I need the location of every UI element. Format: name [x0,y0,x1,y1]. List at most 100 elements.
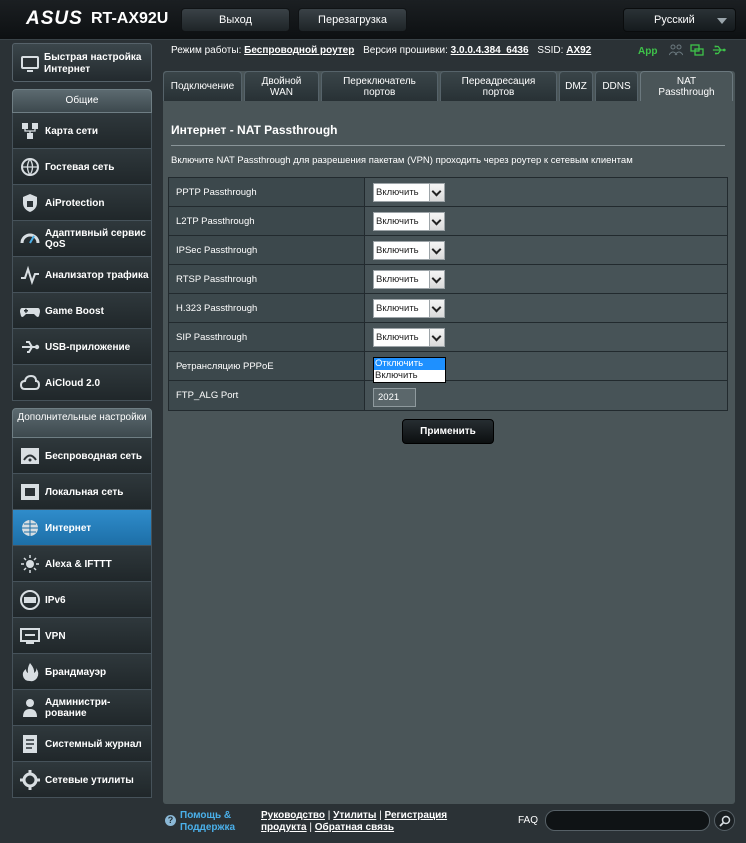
sidebar-item-game-boost[interactable]: Game Boost [12,293,152,329]
h323-select[interactable]: Включить [373,299,445,318]
select-value: Включить [376,332,419,343]
dropdown-option-disable[interactable]: Отключить [374,358,445,370]
row-label: PPTP Passthrough [169,178,365,206]
advanced-section-header: Дополнительные настройки [12,408,152,438]
sidebar-item-ipv6[interactable]: IPv6 [12,582,152,618]
tab-nat-passthrough[interactable]: NAT Passthrough [640,71,733,101]
row-label: H.323 Passthrough [169,294,365,322]
ipsec-select[interactable]: Включить [373,241,445,260]
table-row: PPTP Passthrough Включить [169,178,727,207]
sidebar-item-alexa-ifttt[interactable]: Alexa & IFTTT [12,546,152,582]
sidebar-item-label: Беспроводная сеть [45,450,143,462]
general-section-header: Общие [12,89,152,113]
sidebar-item-label: Game Boost [45,305,104,317]
ssid-label: SSID: [537,45,564,56]
firmware-link[interactable]: 3.0.0.4.384_6436 [451,45,529,56]
alexa-icon [21,555,39,573]
sidebar-item-adaptive-qos[interactable]: Адаптивный сервис QoS [12,221,152,257]
ipv6-icon [20,590,40,610]
chevron-down-icon [717,18,727,24]
logout-button[interactable]: Выход [181,8,290,32]
table-row: L2TP Passthrough Включить [169,207,727,236]
sidebar-item-traffic-analyzer[interactable]: Анализатор трафика [12,257,152,293]
globe-icon [22,520,38,536]
pppoe-relay-dropdown[interactable]: Отключить Включить [373,357,446,383]
quick-setup-label: Быстрая настройка Интернет [44,52,142,75]
sidebar-item-label: AiProtection [45,197,105,209]
gamepad-icon [20,308,40,317]
pptp-select[interactable]: Включить [373,183,445,202]
help-support-link[interactable]: Помощь & Поддержка [180,810,250,834]
utilities-link[interactable]: Утилиты [333,810,376,821]
search-button[interactable] [714,810,735,831]
sidebar-item-lan[interactable]: Локальная сеть [12,474,152,510]
tab-dmz[interactable]: DMZ [559,71,593,101]
top-bar: ASUS RT-AX92U Выход Перезагрузка Русский [0,0,746,40]
chevron-down-icon [429,213,444,230]
tab-dual-wan[interactable]: Двойной WAN [244,71,319,101]
sidebar-item-label: IPv6 [45,594,66,606]
tab-ddns[interactable]: DDNS [595,71,638,101]
firmware-label: Версия прошивки: [363,45,448,56]
table-row: RTSP Passthrough Включить [169,265,727,294]
sip-select[interactable]: Включить [373,328,445,347]
chevron-down-icon [429,184,444,201]
sidebar-item-usb-app[interactable]: USB-приложение [12,329,152,365]
ssid-link[interactable]: AX92 [566,45,591,56]
asus-logo[interactable]: ASUS [26,8,83,30]
title-divider [171,145,725,146]
sidebar-item-network-tools[interactable]: Сетевые утилиты [12,762,152,798]
table-row: FTP_ALG Port 2021 [169,381,727,410]
sidebar-item-label: Интернет [45,522,92,534]
footer-links: Руководство | Утилиты | Регистрация прод… [261,810,448,833]
guest-network-icon [21,158,39,177]
select-value: Включить [376,245,419,256]
l2tp-select[interactable]: Включить [373,212,445,231]
cloud-icon [19,374,41,390]
sidebar-item-aicloud[interactable]: AiCloud 2.0 [12,365,152,401]
sidebar-item-firewall[interactable]: Брандмауэр [12,654,152,690]
sidebar-item-vpn[interactable]: VPN [12,618,152,654]
feedback-link[interactable]: Обратная связь [315,822,394,833]
tab-connection[interactable]: Подключение [163,71,242,101]
sidebar-item-administration[interactable]: Администри-рование [12,690,152,726]
tab-port-switch[interactable]: Переключатель портов [321,71,438,101]
clients-icon[interactable] [669,44,683,56]
apply-button[interactable]: Применить [402,419,494,444]
help-icon: ? [165,815,176,826]
sidebar-item-wireless[interactable]: Беспроводная сеть [12,438,152,474]
manual-link[interactable]: Руководство [261,810,325,821]
rtsp-select[interactable]: Включить [373,270,445,289]
table-row: Ретрансляцию PPPoE Отключить Включить [169,352,727,383]
faq-search-input[interactable] [545,810,710,831]
ftp-alg-port-input[interactable]: 2021 [373,388,416,407]
sidebar-item-label: Администри-рование [45,697,111,719]
sidebar-item-label: Карта сети [45,125,99,137]
select-value: Включить [376,274,419,285]
reboot-button[interactable]: Перезагрузка [298,8,407,32]
quick-internet-setup-button[interactable]: Быстрая настройка Интернет [12,43,152,82]
sidebar-item-network-map[interactable]: Карта сети [12,113,152,149]
app-link[interactable]: App [638,46,657,57]
advanced-menu: Беспроводная сеть Локальная сеть Интерне… [12,438,152,798]
router-model: RT-AX92U [91,10,169,27]
usb-status-icon[interactable] [712,44,726,56]
internet-status-icon[interactable] [690,44,704,56]
language-label: Русский [654,14,695,26]
sidebar-item-system-log[interactable]: Системный журнал [12,726,152,762]
sidebar-item-label: AiCloud 2.0 [45,377,101,389]
mode-link[interactable]: Беспроводной роутер [244,45,354,56]
lan-icon [21,484,39,500]
select-value: Включить [376,187,419,198]
chevron-down-icon [429,271,444,288]
dropdown-option-enable[interactable]: Включить [374,370,445,382]
sidebar-item-label: Системный журнал [45,738,142,750]
tab-port-forwarding[interactable]: Переадресация портов [440,71,557,101]
sidebar-item-guest-network[interactable]: Гостевая сеть [12,149,152,185]
sidebar-item-aiprotection[interactable]: AiProtection [12,185,152,221]
sidebar-item-internet[interactable]: Интернет [12,510,152,546]
language-select[interactable]: Русский [623,8,736,32]
network-tools-icon [20,770,40,790]
row-label: IPSec Passthrough [169,236,365,264]
sidebar-item-label: Alexa & IFTTT [45,558,112,570]
